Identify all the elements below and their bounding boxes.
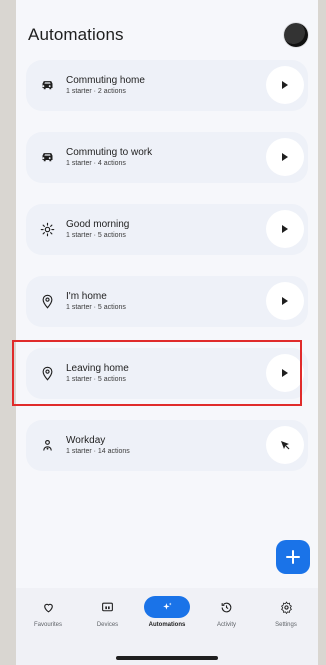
nav-label: Settings — [275, 622, 297, 628]
nav-label: Favourites — [33, 622, 62, 628]
play-icon — [282, 153, 288, 161]
home-indicator — [116, 656, 218, 660]
run-automation-button[interactable] — [266, 66, 304, 104]
header: Automations — [16, 18, 318, 52]
nav-label: Activity — [216, 622, 236, 628]
devices-icon — [85, 596, 131, 618]
person-pin-icon — [36, 435, 58, 457]
automation-name: Workday — [66, 434, 106, 446]
run-automation-button[interactable] — [266, 210, 304, 248]
car-icon — [36, 75, 58, 97]
automation-subtitle: 1 starter · 4 actions — [66, 159, 126, 167]
sparkle-icon — [144, 596, 190, 618]
automation-subtitle: 1 starter · 5 actions — [66, 303, 126, 311]
nav-item-settings[interactable]: Settings — [258, 596, 314, 628]
nav-label: Devices — [96, 622, 119, 628]
avatar[interactable] — [284, 23, 308, 47]
automation-card-commuting-home[interactable]: Commuting home 1 starter · 2 actions — [26, 60, 308, 111]
nav-item-automations[interactable]: Automations — [139, 596, 195, 628]
automation-name: Commuting to work — [66, 146, 153, 158]
automation-card-good-morning[interactable]: Good morning 1 starter · 5 actions — [26, 204, 308, 255]
automation-name: Commuting home — [66, 74, 145, 86]
run-automation-button[interactable] — [266, 354, 304, 392]
automation-name: Leaving home — [66, 362, 129, 374]
play-icon — [282, 297, 288, 305]
run-automation-button[interactable] — [266, 138, 304, 176]
sun-icon — [36, 219, 58, 241]
cursor-icon — [281, 441, 290, 450]
location-pin-icon — [36, 363, 58, 385]
automation-card-workday[interactable]: Workday 1 starter · 14 actions — [26, 420, 308, 471]
nav-item-devices[interactable]: Devices — [80, 596, 136, 628]
nav-item-activity[interactable]: Activity — [199, 596, 255, 628]
automation-card-im-home[interactable]: I'm home 1 starter · 5 actions — [26, 276, 308, 327]
automation-subtitle: 1 starter · 5 actions — [66, 375, 126, 383]
automation-card-commuting-to-work[interactable]: Commuting to work 1 starter · 4 actions — [26, 132, 308, 183]
heart-icon — [25, 596, 71, 618]
car-icon — [36, 147, 58, 169]
nav-item-favourites[interactable]: Favourites — [20, 596, 76, 628]
bottom-navigation: Favourites Devices Automations Activity — [16, 588, 318, 665]
automation-subtitle: 1 starter · 5 actions — [66, 231, 126, 239]
app-screen: Automations Commuting home 1 starter · 2… — [16, 0, 318, 665]
plus-icon — [286, 550, 300, 564]
gear-icon — [263, 596, 309, 618]
automation-list: Commuting home 1 starter · 2 actions Com… — [26, 60, 308, 492]
play-icon — [282, 369, 288, 377]
history-icon — [204, 596, 250, 618]
run-automation-button[interactable] — [266, 426, 304, 464]
run-automation-button[interactable] — [266, 282, 304, 320]
automation-subtitle: 1 starter · 14 actions — [66, 447, 130, 455]
add-automation-button[interactable] — [276, 540, 310, 574]
location-pin-icon — [36, 291, 58, 313]
play-icon — [282, 81, 288, 89]
automation-card-leaving-home[interactable]: Leaving home 1 starter · 5 actions — [26, 348, 308, 399]
automation-name: Good morning — [66, 218, 130, 230]
nav-label: Automations — [148, 622, 186, 628]
automation-name: I'm home — [66, 290, 107, 302]
automation-subtitle: 1 starter · 2 actions — [66, 87, 126, 95]
play-icon — [282, 225, 288, 233]
page-title: Automations — [28, 25, 124, 44]
